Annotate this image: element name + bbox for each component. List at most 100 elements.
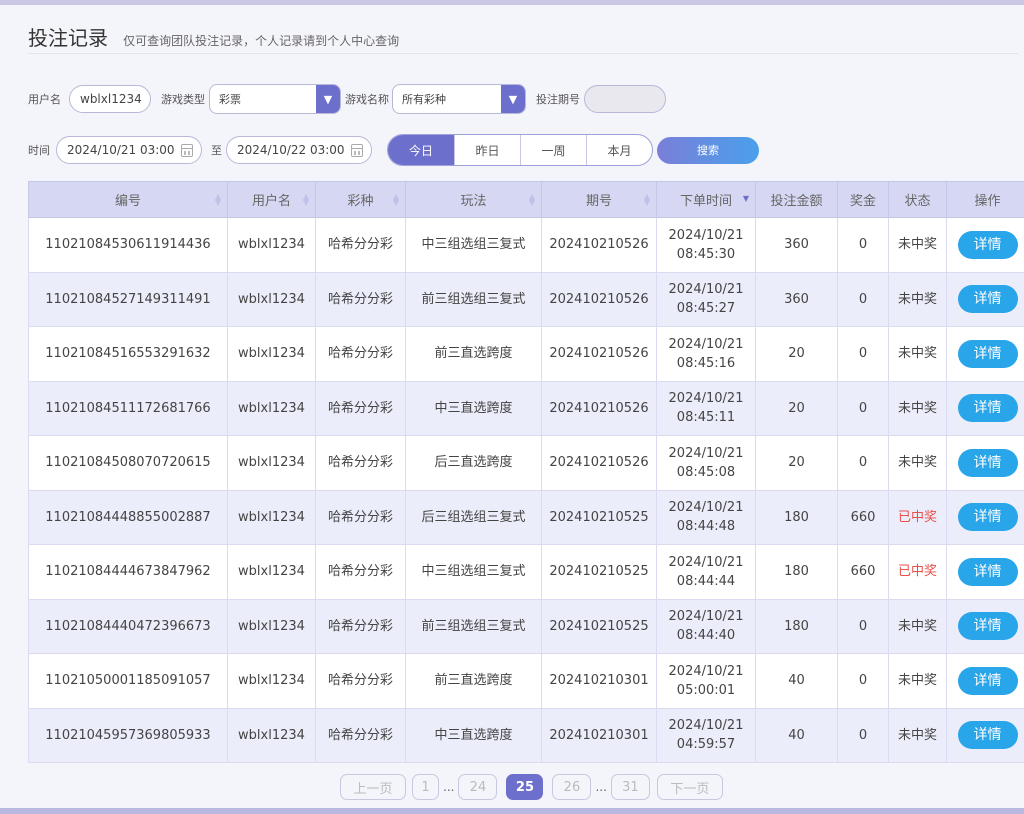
next-page-button[interactable]: 下一页: [656, 774, 723, 800]
table-body: 11021084530611914436 wblxl1234 哈希分分彩 中三组…: [28, 217, 1024, 763]
sort-desc-icon: ▼: [742, 194, 749, 203]
cell-lottery: 哈希分分彩: [315, 326, 406, 382]
cell-amount: 180: [755, 489, 838, 545]
page-header: 投注记录 仅可查询团队投注记录，个人记录请到个人中心查询: [28, 22, 1018, 54]
cell-action: 详情: [946, 489, 1024, 545]
sort-icon: ▲ ▼: [392, 192, 399, 207]
detail-button[interactable]: 详情: [957, 557, 1018, 586]
page-26-button[interactable]: 26: [552, 774, 592, 800]
bottom-strip: [0, 808, 1024, 814]
cell-period: 202410210526: [541, 380, 657, 436]
game-name-value: 所有彩种: [402, 93, 446, 106]
cell-period: 202410210525: [541, 544, 657, 600]
pagination: 上一页 1 ... 24 25 26 ... 31 下一页: [340, 773, 729, 801]
username-input[interactable]: wblxl1234: [69, 85, 151, 113]
detail-button[interactable]: 详情: [957, 721, 1018, 750]
cell-action: 详情: [946, 326, 1024, 382]
table-row: 11021084440472396673 wblxl1234 哈希分分彩 前三组…: [28, 598, 1024, 654]
cell-status: 未中奖: [888, 217, 947, 273]
range-yesterday-button[interactable]: 昨日: [454, 135, 520, 165]
cell-id: 11021084530611914436: [28, 217, 228, 273]
search-button[interactable]: 搜索: [657, 136, 759, 164]
page-24-button[interactable]: 24: [458, 774, 498, 800]
cell-id: 11021084448855002887: [28, 489, 228, 545]
column-header-play[interactable]: 玩法 ▲ ▼: [405, 181, 542, 218]
table-row: 11021084444673847962 wblxl1234 哈希分分彩 中三组…: [28, 544, 1024, 600]
cell-order-time: 2024/10/21 08:45:08: [656, 435, 756, 491]
range-month-button[interactable]: 本月: [586, 135, 652, 165]
sort-icon: ▲ ▼: [643, 192, 650, 207]
page-title: 投注记录: [28, 26, 108, 50]
cell-amount: 20: [755, 326, 838, 382]
calendar-icon[interactable]: [180, 143, 193, 157]
cell-prize: 660: [837, 489, 889, 545]
page-31-button[interactable]: 31: [610, 774, 650, 800]
period-input[interactable]: [584, 85, 666, 113]
cell-status: 未中奖: [888, 326, 947, 382]
cell-action: 详情: [946, 544, 1024, 600]
cell-prize: 0: [837, 653, 889, 709]
cell-user: wblxl1234: [227, 653, 316, 709]
page-1-button[interactable]: 1: [412, 774, 439, 800]
sort-icon: ▲ ▼: [302, 192, 309, 207]
top-strip: [0, 0, 1024, 5]
cell-amount: 180: [755, 598, 838, 654]
game-type-select[interactable]: 彩票 ▼: [209, 84, 341, 114]
filter-row-2: 时间 2024/10/21 03:00 至 2024/10/22 03:00 今…: [28, 134, 759, 166]
cell-play: 后三组选组三复式: [405, 489, 542, 545]
column-header-order-time[interactable]: 下单时间 ▼: [656, 181, 756, 218]
range-week-button[interactable]: 一周: [520, 135, 586, 165]
cell-prize: 0: [837, 435, 889, 491]
column-header-lottery[interactable]: 彩种 ▲ ▼: [315, 181, 406, 218]
cell-action: 详情: [946, 435, 1024, 491]
time-to-input[interactable]: 2024/10/22 03:00: [226, 136, 372, 164]
time-from-input[interactable]: 2024/10/21 03:00: [56, 136, 202, 164]
bet-records-table: 编号 ▲ ▼ 用户名 ▲ ▼ 彩种 ▲ ▼ 玩法 ▲ ▼ 期号 ▲ ▼ 下单时间 ▼ 投注金额 奖金 …: [28, 181, 1024, 763]
cell-user: wblxl1234: [227, 326, 316, 382]
prev-page-button[interactable]: 上一页: [340, 774, 406, 800]
detail-button[interactable]: 详情: [957, 448, 1018, 477]
table-row: 11021084516553291632 wblxl1234 哈希分分彩 前三直…: [28, 326, 1024, 382]
cell-prize: 0: [837, 217, 889, 273]
cell-lottery: 哈希分分彩: [315, 217, 406, 273]
range-today-button[interactable]: 今日: [388, 135, 454, 165]
detail-button[interactable]: 详情: [957, 394, 1018, 423]
filter-row-1: 用户名 wblxl1234 游戏类型 彩票 ▼ 游戏名称 所有彩种 ▼ 投注期号: [28, 84, 666, 114]
cell-user: wblxl1234: [227, 217, 316, 273]
sort-icon: ▲ ▼: [528, 192, 535, 207]
column-header-prize: 奖金: [837, 181, 889, 218]
cell-user: wblxl1234: [227, 435, 316, 491]
cell-play: 中三组选组三复式: [405, 217, 542, 273]
page-25-button[interactable]: 25: [506, 774, 544, 800]
column-header-user[interactable]: 用户名 ▲ ▼: [227, 181, 316, 218]
cell-action: 详情: [946, 271, 1024, 327]
detail-button[interactable]: 详情: [957, 285, 1018, 314]
cell-lottery: 哈希分分彩: [315, 489, 406, 545]
cell-order-time: 2024/10/21 05:00:01: [656, 653, 756, 709]
column-header-id[interactable]: 编号 ▲ ▼: [28, 181, 228, 218]
cell-user: wblxl1234: [227, 598, 316, 654]
detail-button[interactable]: 详情: [957, 230, 1018, 259]
cell-id: 11021084440472396673: [28, 598, 228, 654]
cell-user: wblxl1234: [227, 544, 316, 600]
cell-prize: 0: [837, 271, 889, 327]
time-from-value: 2024/10/21 03:00: [67, 143, 175, 157]
cell-play: 前三组选组三复式: [405, 271, 542, 327]
calendar-icon[interactable]: [350, 143, 363, 157]
cell-amount: 360: [755, 271, 838, 327]
cell-lottery: 哈希分分彩: [315, 380, 406, 436]
cell-action: 详情: [946, 707, 1024, 763]
detail-button[interactable]: 详情: [957, 612, 1018, 641]
game-name-select[interactable]: 所有彩种 ▼: [392, 84, 526, 114]
column-header-period[interactable]: 期号 ▲ ▼: [541, 181, 657, 218]
cell-lottery: 哈希分分彩: [315, 544, 406, 600]
cell-period: 202410210526: [541, 326, 657, 382]
cell-id: 11021084444673847962: [28, 544, 228, 600]
cell-lottery: 哈希分分彩: [315, 598, 406, 654]
cell-order-time: 2024/10/21 08:45:11: [656, 380, 756, 436]
time-to-value: 2024/10/22 03:00: [237, 143, 345, 157]
detail-button[interactable]: 详情: [957, 666, 1018, 695]
detail-button[interactable]: 详情: [957, 339, 1018, 368]
cell-id: 11021084527149311491: [28, 271, 228, 327]
detail-button[interactable]: 详情: [957, 503, 1018, 532]
